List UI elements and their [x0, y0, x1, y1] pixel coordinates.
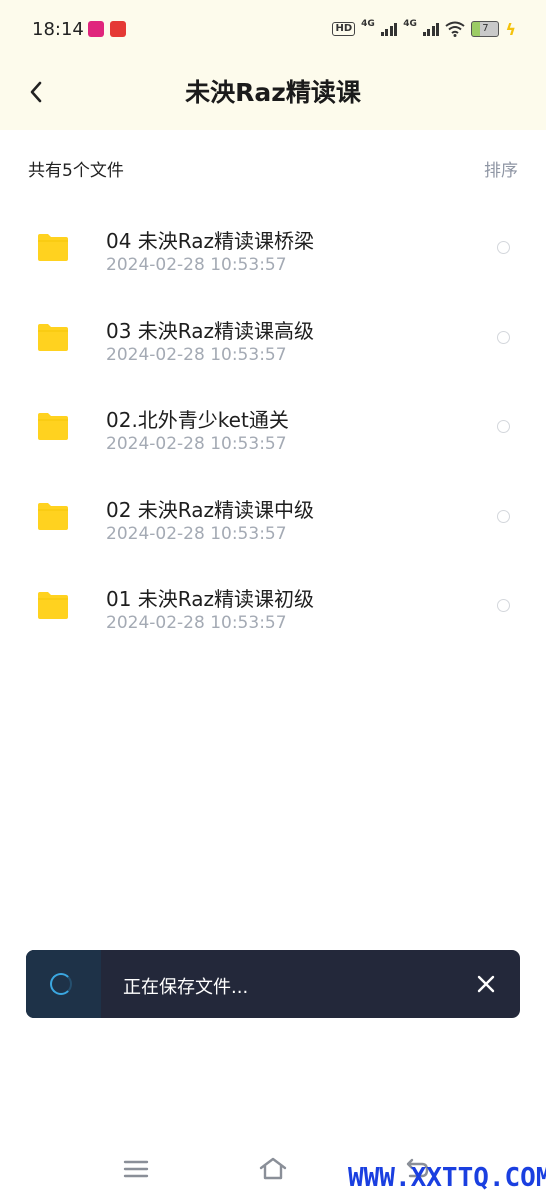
home-button[interactable] — [257, 1153, 289, 1185]
select-radio[interactable] — [497, 241, 510, 254]
network-type-label: 4G — [361, 19, 375, 29]
sort-button[interactable]: 排序 — [484, 156, 518, 181]
file-count: 共有5个文件 — [28, 161, 124, 181]
recent-apps-button[interactable] — [120, 1153, 152, 1185]
select-radio[interactable] — [497, 599, 510, 612]
page-title: 未泱Raz精读课 — [185, 78, 361, 107]
file-name: 01 未泱Raz精读课初级 — [106, 587, 315, 611]
file-name: 02.北外青少ket通关 — [106, 408, 289, 432]
folder-icon — [38, 323, 68, 351]
menu-icon — [123, 1160, 149, 1178]
file-name: 03 未泱Raz精读课高级 — [106, 318, 315, 343]
select-radio[interactable] — [497, 330, 510, 344]
file-list: 04 未泱Raz精读课桥梁 2024-02-28 10:53:57 03 未泱R… — [0, 203, 546, 651]
app-header: 未泱Raz精读课 — [0, 60, 546, 120]
folder-icon — [38, 592, 68, 619]
watermark-text: WWW.XXTTQ.COM — [348, 1163, 546, 1193]
list-header: 共有5个文件 排序 — [28, 156, 518, 182]
file-date: 2024-02-28 10:53:57 — [106, 523, 287, 544]
file-date: 2024-02-28 10:53:57 — [106, 255, 287, 275]
loading-spinner-icon — [50, 973, 72, 995]
file-row[interactable]: 02 未泱Raz精读课中级 2024-02-28 10:53:57 — [0, 472, 546, 562]
hd-badge: HD — [332, 22, 356, 36]
app-notification-icon — [110, 21, 126, 37]
file-date: 2024-02-28 10:53:57 — [106, 434, 287, 454]
saving-toast: 正在保存文件... — [26, 950, 520, 1018]
file-row[interactable]: 03 未泱Raz精读课高级 2024-02-28 10:53:57 — [0, 293, 546, 383]
file-row[interactable]: 04 未泱Raz精读课桥梁 2024-02-28 10:53:57 — [0, 203, 546, 293]
file-name: 04 未泱Raz精读课桥梁 — [106, 229, 315, 253]
wifi-icon — [445, 21, 466, 37]
charging-icon: ϟ — [505, 19, 516, 39]
status-bar: 18:14 HD 4G 4G 7 ϟ — [0, 0, 546, 60]
folder-icon — [38, 234, 68, 261]
file-name: 02 未泱Raz精读课中级 — [106, 497, 315, 522]
select-radio[interactable] — [497, 509, 510, 523]
folder-icon — [38, 502, 68, 530]
toast-message: 正在保存文件... — [123, 977, 249, 998]
top-area: 18:14 HD 4G 4G 7 ϟ 未泱Raz精读课 — [0, 0, 546, 130]
spinner-container — [26, 950, 101, 1018]
select-radio[interactable] — [497, 420, 510, 433]
network-type-label: 4G — [403, 19, 417, 29]
file-row[interactable]: 02.北外青少ket通关 2024-02-28 10:53:57 — [0, 382, 546, 472]
signal-icon — [422, 22, 440, 36]
battery-icon: 7 — [471, 21, 500, 37]
folder-icon — [38, 413, 68, 440]
file-date: 2024-02-28 10:53:57 — [106, 344, 287, 365]
app-notification-icon — [88, 21, 104, 37]
home-icon — [259, 1157, 287, 1180]
file-row[interactable]: 01 未泱Raz精读课初级 2024-02-28 10:53:57 — [0, 561, 546, 651]
close-icon — [477, 975, 495, 993]
file-date: 2024-02-28 10:53:57 — [106, 613, 287, 633]
status-time: 18:14 — [32, 19, 84, 40]
status-indicators: HD 4G 4G 7 ϟ — [332, 18, 516, 40]
signal-icon — [380, 22, 398, 36]
toast-close-button[interactable] — [472, 970, 500, 998]
